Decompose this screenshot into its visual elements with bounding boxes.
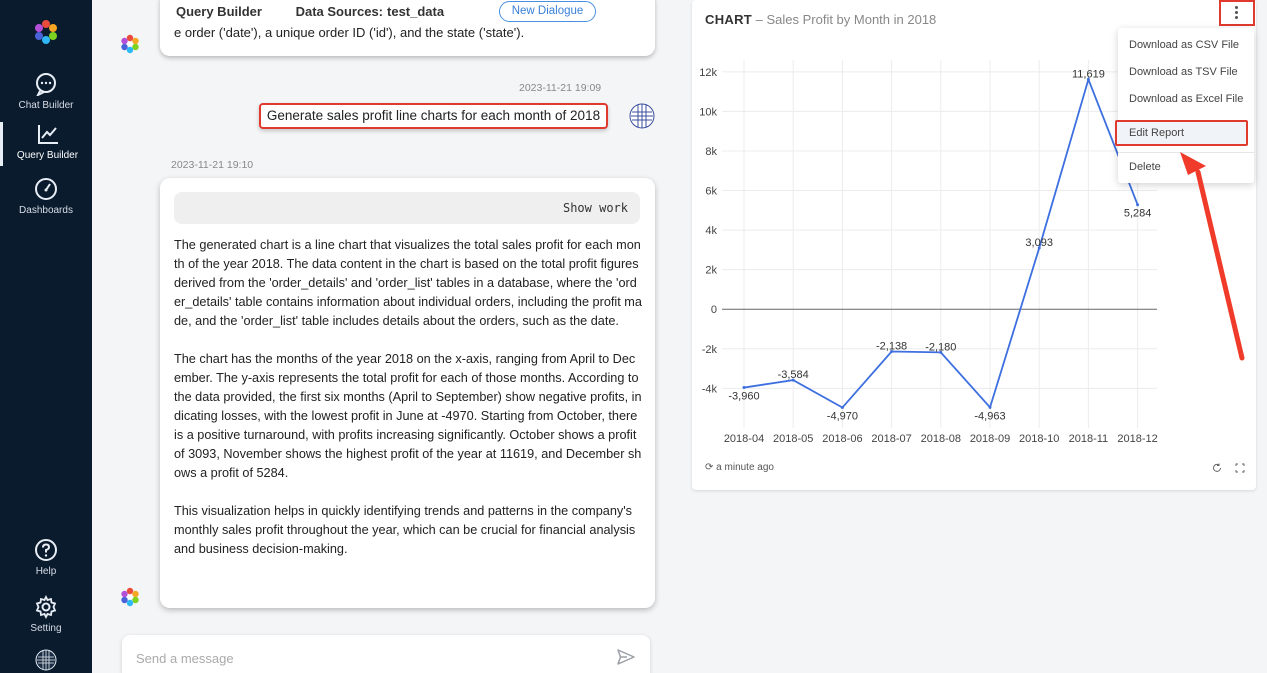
chart-refresh-status: ⟳ a minute ago	[705, 462, 774, 473]
message-input[interactable]	[136, 647, 596, 669]
previous-message-card: Query Builder Data Sources: test_data New…	[160, 0, 655, 56]
refresh-small-icon: ⟳	[705, 462, 714, 473]
answer-paragraph: The chart has the months of the year 201…	[174, 352, 642, 480]
data-label: 11,619	[1072, 68, 1105, 80]
chat-icon	[36, 73, 56, 96]
builder-header: Query Builder Data Sources: test_data	[176, 4, 504, 19]
more-options-button[interactable]	[1219, 0, 1255, 26]
sidebar-item-label: Chat Builder	[18, 100, 74, 111]
page-title: Query Builder	[176, 4, 262, 19]
y-tick-label: -2k	[702, 344, 718, 356]
data-label: -2,180	[925, 341, 956, 353]
sidebar-item-dashboards[interactable]: Dashboards	[0, 177, 92, 216]
sidebar-item-chat-builder[interactable]: Chat Builder	[0, 72, 92, 111]
bot-answer-card: Show work The generated chart is a line …	[160, 178, 655, 608]
y-tick-label: 4k	[705, 225, 717, 237]
line-chart-icon	[37, 125, 58, 144]
chart-options-menu: Download as CSV File Download as TSV Fil…	[1115, 28, 1254, 183]
answer-paragraph: This visualization helps in quickly iden…	[174, 504, 636, 556]
bot-avatar	[121, 587, 139, 607]
answer-paragraph: The generated chart is a line chart that…	[174, 238, 642, 328]
user-avatar[interactable]	[35, 649, 57, 671]
y-tick-label: 8k	[705, 146, 717, 158]
menu-item-download-tsv[interactable]: Download as TSV File	[1129, 66, 1238, 78]
x-tick-label: 2018-12	[1117, 433, 1157, 445]
bot-message-timestamp: 2023-11-21 19:10	[171, 159, 254, 171]
data-sources-value[interactable]: test_data	[387, 4, 444, 19]
bot-avatar	[121, 34, 139, 54]
data-label: -3,584	[778, 369, 809, 381]
data-label: -4,970	[827, 411, 858, 423]
x-tick-label: 2018-11	[1069, 433, 1109, 445]
sidebar-item-label: Help	[35, 566, 57, 577]
send-icon[interactable]	[616, 647, 636, 667]
app-logo	[35, 20, 57, 44]
sidebar-item-query-builder[interactable]: Query Builder	[0, 122, 92, 166]
x-tick-label: 2018-10	[1019, 433, 1059, 445]
sidebar-item-help[interactable]: Help	[0, 538, 92, 577]
x-tick-label: 2018-08	[921, 433, 961, 445]
y-tick-label: 0	[711, 304, 717, 316]
menu-item-download-excel[interactable]: Download as Excel File	[1129, 93, 1243, 105]
gear-icon	[35, 595, 57, 619]
chart-title-dash: –	[752, 12, 767, 27]
report-panel: CHART – Sales Profit by Month in 2018 -4…	[680, 0, 1267, 673]
more-vertical-icon	[1235, 6, 1239, 21]
refresh-icon[interactable]	[1212, 463, 1222, 473]
menu-item-delete[interactable]: Delete	[1129, 161, 1161, 173]
data-point	[840, 406, 844, 410]
user-avatar	[629, 103, 655, 129]
sidebar-item-label: Query Builder	[16, 150, 79, 161]
gauge-icon	[35, 178, 57, 200]
y-tick-label: 2k	[705, 265, 717, 277]
data-sources-label: Data Sources: test_data	[296, 4, 475, 19]
chart-title-prefix: CHART	[705, 12, 752, 27]
data-point	[988, 405, 992, 409]
menu-item-download-csv[interactable]: Download as CSV File	[1129, 39, 1239, 51]
x-tick-label: 2018-07	[871, 433, 911, 445]
data-label: -4,963	[974, 410, 1005, 422]
x-tick-label: 2018-09	[970, 433, 1010, 445]
y-tick-label: 10k	[699, 106, 717, 118]
refresh-time: a minute ago	[716, 462, 774, 473]
x-tick-label: 2018-05	[773, 433, 813, 445]
data-label: 3,093	[1025, 237, 1053, 249]
data-label: 5,284	[1124, 208, 1152, 220]
sidebar-item-setting[interactable]: Setting	[0, 595, 92, 634]
data-label: -2,138	[876, 341, 907, 353]
data-point	[742, 386, 746, 390]
chat-panel: Query Builder Data Sources: test_data New…	[92, 0, 680, 673]
menu-item-edit-report[interactable]: Edit Report	[1129, 127, 1184, 139]
sidebar-item-label: Dashboards	[19, 205, 73, 216]
sidebar-item-label: Setting	[30, 623, 62, 634]
y-tick-label: 6k	[705, 186, 717, 198]
x-tick-label: 2018-04	[724, 433, 764, 445]
previous-message-text: e order ('date'), a unique order ID ('id…	[174, 25, 525, 40]
chart-title: CHART – Sales Profit by Month in 2018	[705, 12, 936, 27]
y-tick-label: -4k	[702, 383, 718, 395]
user-message-timestamp: 2023-11-21 19:09	[519, 82, 602, 94]
data-point	[1136, 203, 1140, 207]
data-sources-caption: Data Sources:	[295, 4, 384, 19]
sidebar: Chat Builder Query Builder Dashboards He…	[0, 0, 92, 673]
data-label: -3,960	[728, 391, 759, 403]
x-tick-label: 2018-06	[822, 433, 862, 445]
chart-title-text: Sales Profit by Month in 2018	[766, 12, 937, 27]
help-icon	[35, 539, 57, 561]
chart-card: CHART – Sales Profit by Month in 2018 -4…	[692, 0, 1256, 490]
fullscreen-icon[interactable]	[1235, 463, 1245, 473]
message-composer	[122, 635, 650, 673]
y-tick-label: 12k	[699, 67, 717, 79]
menu-divider	[1118, 152, 1254, 153]
new-dialogue-button[interactable]: New Dialogue	[499, 1, 596, 22]
show-work-button[interactable]: Show work	[174, 192, 640, 224]
bot-answer-text: The generated chart is a line chart that…	[174, 236, 642, 578]
user-message: Generate sales profit line charts for ea…	[259, 103, 608, 129]
